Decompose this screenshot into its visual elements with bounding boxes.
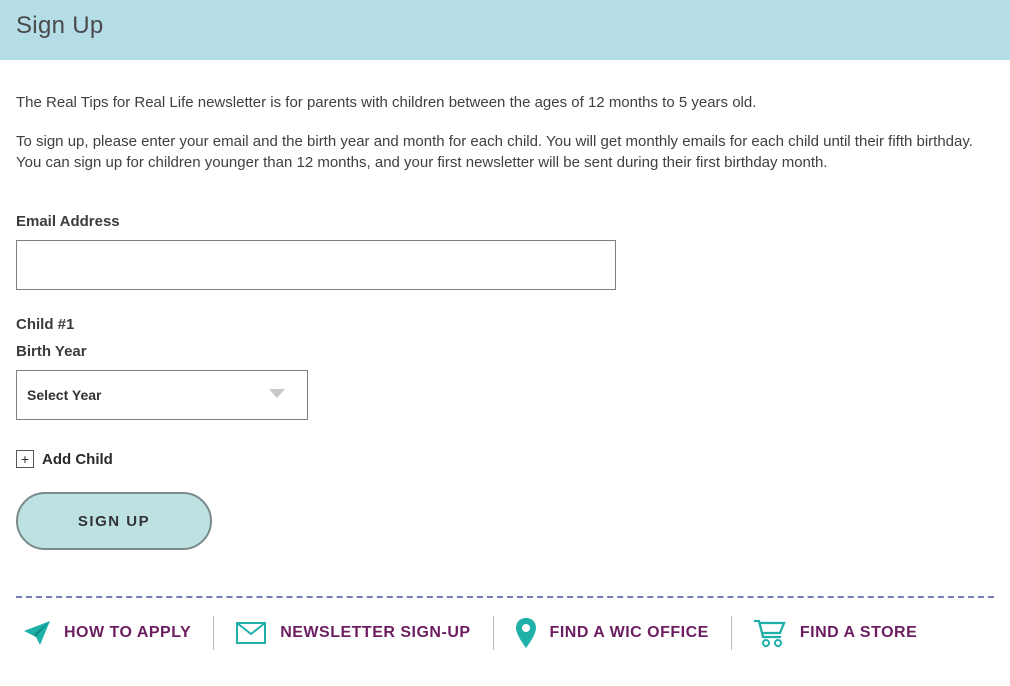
cart-icon: [754, 619, 786, 647]
main-content: The Real Tips for Real Life newsletter i…: [0, 60, 1010, 686]
map-pin-icon: [516, 618, 536, 648]
footer-separator: [16, 596, 994, 598]
footer-label: FIND A WIC OFFICE: [550, 624, 709, 642]
intro-paragraph-2: To sign up, please enter your email and …: [16, 131, 994, 173]
footer-newsletter-signup[interactable]: NEWSLETTER SIGN-UP: [214, 622, 492, 644]
birth-year-selected: Select Year: [27, 387, 101, 403]
footer-label: HOW TO APPLY: [64, 624, 191, 642]
add-child-button[interactable]: + Add Child: [16, 450, 994, 468]
birth-year-label: Birth Year: [16, 343, 994, 360]
signup-button[interactable]: SIGN UP: [16, 492, 212, 550]
birth-year-select[interactable]: Select Year: [16, 370, 308, 420]
plus-icon: +: [16, 450, 34, 468]
footer-find-store[interactable]: FIND A STORE: [732, 619, 939, 647]
signup-button-label: SIGN UP: [78, 513, 150, 530]
envelope-icon: [236, 622, 266, 644]
signup-form: Email Address Child #1 Birth Year Select…: [16, 213, 994, 550]
intro-paragraph-1: The Real Tips for Real Life newsletter i…: [16, 92, 994, 113]
footer-label: NEWSLETTER SIGN-UP: [280, 624, 470, 642]
chevron-down-icon: [269, 386, 285, 404]
footer-label: FIND A STORE: [800, 624, 917, 642]
email-label: Email Address: [16, 213, 994, 230]
email-field[interactable]: [16, 240, 616, 290]
add-child-label: Add Child: [42, 451, 113, 468]
page-title: Sign Up: [16, 12, 994, 40]
paper-plane-icon: [24, 621, 50, 645]
footer-how-to-apply[interactable]: HOW TO APPLY: [20, 621, 213, 645]
page-header: Sign Up: [0, 0, 1010, 60]
child-heading: Child #1: [16, 316, 994, 333]
footer-nav: HOW TO APPLY NEWSLETTER SIGN-UP FIND A W…: [16, 598, 994, 666]
footer-find-wic-office[interactable]: FIND A WIC OFFICE: [494, 618, 731, 648]
